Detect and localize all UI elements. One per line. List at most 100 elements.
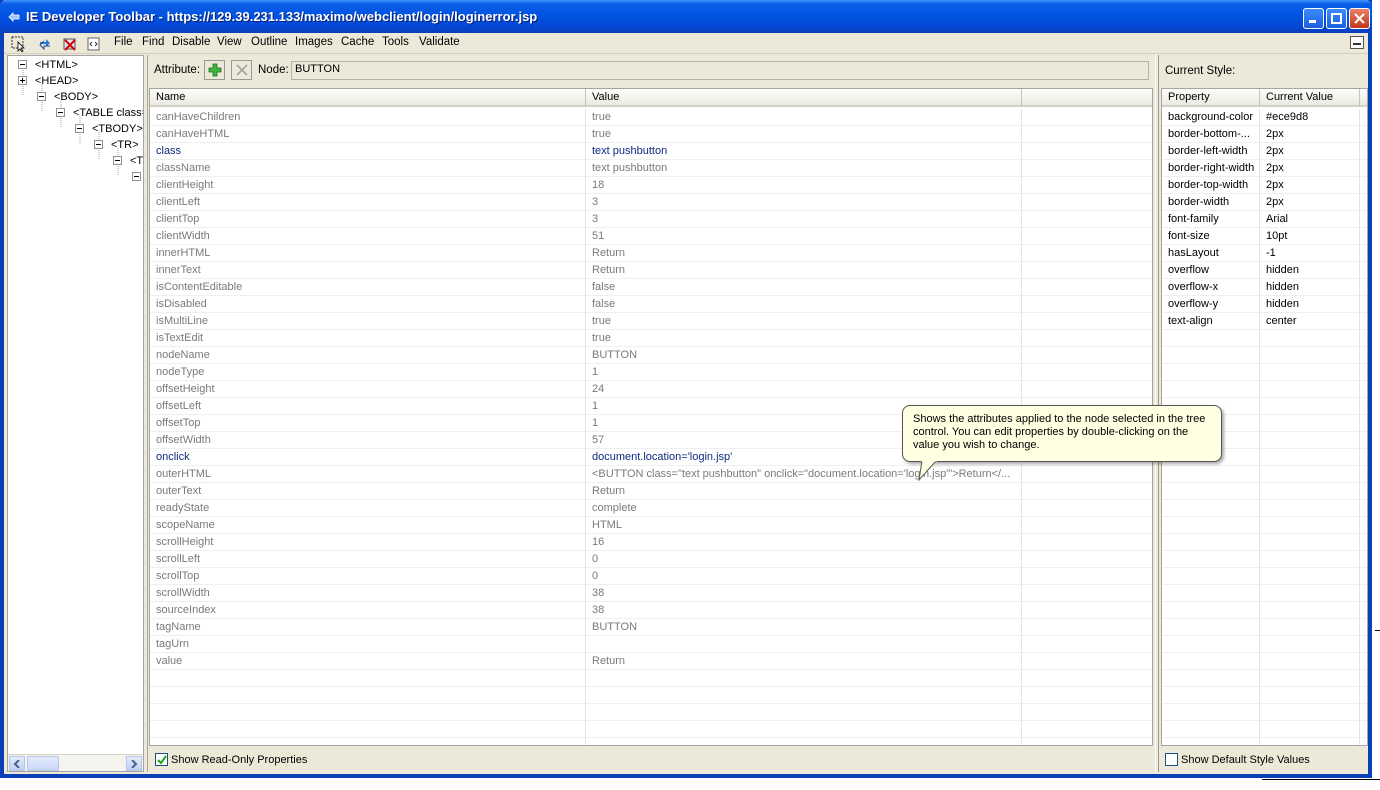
menu-tools[interactable]: Tools (382, 36, 409, 48)
attribute-row[interactable]: scrollTop 0 (150, 568, 1152, 585)
column-header-name[interactable]: Name (150, 89, 586, 107)
refresh-button[interactable] (36, 35, 54, 52)
attribute-value[interactable]: 0 (586, 568, 1022, 585)
close-button[interactable] (1349, 8, 1370, 29)
attribute-value[interactable]: Return (586, 483, 1022, 500)
attribute-row[interactable]: class text pushbutton (150, 143, 1152, 160)
remove-attribute-button[interactable] (231, 60, 252, 80)
tree-node[interactable]: <HTML> (18, 59, 78, 71)
collapse-icon[interactable] (75, 124, 84, 133)
attribute-value[interactable]: 24 (586, 381, 1022, 398)
style-row[interactable]: overflow hidden (1162, 262, 1367, 279)
attribute-value[interactable]: <BUTTON class="text pushbutton" onclick=… (586, 466, 1022, 483)
maximize-button[interactable] (1326, 8, 1347, 29)
scroll-left-button[interactable] (9, 756, 25, 771)
attribute-value[interactable]: true (586, 109, 1022, 126)
style-row[interactable]: border-bottom-... 2px (1162, 126, 1367, 143)
attribute-value[interactable]: Return (586, 245, 1022, 262)
tree-node[interactable]: <T (113, 155, 143, 167)
scroll-right-button[interactable] (126, 756, 142, 771)
column-header-current-value[interactable]: Current Value (1260, 89, 1360, 107)
menu-outline[interactable]: Outline (251, 36, 287, 48)
attribute-row[interactable]: canHaveChildren true (150, 109, 1152, 126)
attribute-row[interactable]: tagUrn (150, 636, 1152, 653)
attribute-row[interactable]: isDisabled false (150, 296, 1152, 313)
tree-node[interactable]: <TABLE class= (56, 107, 143, 119)
collapse-icon[interactable] (113, 156, 122, 165)
attribute-value[interactable]: HTML (586, 517, 1022, 534)
collapse-icon[interactable] (94, 140, 103, 149)
attribute-row[interactable]: nodeName BUTTON (150, 347, 1152, 364)
attribute-row[interactable]: innerHTML Return (150, 245, 1152, 262)
minimize-panel-button[interactable] (1350, 36, 1364, 49)
attribute-row[interactable]: scrollWidth 38 (150, 585, 1152, 602)
style-row[interactable]: hasLayout -1 (1162, 245, 1367, 262)
attribute-value[interactable]: 38 (586, 585, 1022, 602)
attribute-value[interactable]: 38 (586, 602, 1022, 619)
attribute-row[interactable]: canHaveHTML true (150, 126, 1152, 143)
menu-view[interactable]: View (217, 36, 242, 48)
attribute-row[interactable]: clientTop 3 (150, 211, 1152, 228)
menu-validate[interactable]: Validate (419, 36, 460, 48)
attribute-row[interactable]: scopeName HTML (150, 517, 1152, 534)
expand-icon[interactable] (18, 76, 27, 85)
tree-node[interactable]: <HEAD> (18, 75, 78, 87)
attribute-value[interactable]: complete (586, 500, 1022, 517)
tree-node[interactable] (132, 171, 143, 183)
style-row[interactable]: font-size 10pt (1162, 228, 1367, 245)
minimize-button[interactable] (1303, 8, 1324, 29)
attribute-value[interactable]: 18 (586, 177, 1022, 194)
style-row[interactable]: border-left-width 2px (1162, 143, 1367, 160)
attribute-row[interactable]: clientLeft 3 (150, 194, 1152, 211)
column-header-value[interactable]: Value (586, 89, 1022, 107)
scroll-thumb[interactable] (27, 756, 59, 771)
menu-file[interactable]: File (114, 36, 133, 48)
attribute-row[interactable]: value Return (150, 653, 1152, 670)
attribute-value[interactable]: true (586, 313, 1022, 330)
menu-disable[interactable]: Disable (172, 36, 210, 48)
tree-node[interactable]: <TBODY> (75, 123, 143, 135)
attribute-value[interactable]: text pushbutton (586, 143, 1022, 160)
style-row[interactable]: overflow-y hidden (1162, 296, 1367, 313)
attribute-value[interactable]: 51 (586, 228, 1022, 245)
attribute-row[interactable]: clientHeight 18 (150, 177, 1152, 194)
attribute-row[interactable]: isTextEdit true (150, 330, 1152, 347)
attribute-value[interactable]: Return (586, 653, 1022, 670)
attribute-row[interactable]: offsetHeight 24 (150, 381, 1152, 398)
style-row[interactable]: font-family Arial (1162, 211, 1367, 228)
collapse-icon[interactable] (56, 108, 65, 117)
tree-node[interactable]: <BODY> (37, 91, 98, 103)
attribute-row[interactable]: clientWidth 51 (150, 228, 1152, 245)
menu-find[interactable]: Find (142, 36, 164, 48)
attribute-row[interactable]: scrollHeight 16 (150, 534, 1152, 551)
attribute-row[interactable]: outerHTML <BUTTON class="text pushbutton"… (150, 466, 1152, 483)
attribute-row[interactable]: readyState complete (150, 500, 1152, 517)
attribute-value[interactable]: true (586, 330, 1022, 347)
attribute-row[interactable]: sourceIndex 38 (150, 602, 1152, 619)
show-readonly-label[interactable]: Show Read-Only Properties (171, 754, 307, 766)
menu-images[interactable]: Images (295, 36, 333, 48)
attribute-value[interactable] (586, 636, 1022, 653)
tree-node[interactable]: <TR> (94, 139, 139, 151)
attribute-row[interactable]: className text pushbutton (150, 160, 1152, 177)
style-row[interactable]: border-width 2px (1162, 194, 1367, 211)
attribute-value[interactable]: Return (586, 262, 1022, 279)
show-default-style-checkbox[interactable] (1165, 753, 1178, 766)
add-attribute-button[interactable] (204, 60, 225, 80)
style-row[interactable]: text-align center (1162, 313, 1367, 330)
attribute-row[interactable]: isMultiLine true (150, 313, 1152, 330)
attribute-row[interactable]: innerText Return (150, 262, 1152, 279)
attribute-row[interactable]: isContentEditable false (150, 279, 1152, 296)
style-row[interactable]: border-right-width 2px (1162, 160, 1367, 177)
view-source-button[interactable] (85, 35, 103, 52)
attribute-value[interactable]: false (586, 279, 1022, 296)
attribute-value[interactable]: false (586, 296, 1022, 313)
style-row[interactable]: border-top-width 2px (1162, 177, 1367, 194)
attribute-value[interactable]: 3 (586, 211, 1022, 228)
select-element-button[interactable] (10, 35, 28, 52)
attribute-value[interactable]: 0 (586, 551, 1022, 568)
show-readonly-checkbox[interactable] (155, 753, 168, 766)
collapse-icon[interactable] (132, 172, 141, 181)
attribute-value[interactable]: 3 (586, 194, 1022, 211)
attribute-value[interactable]: true (586, 126, 1022, 143)
